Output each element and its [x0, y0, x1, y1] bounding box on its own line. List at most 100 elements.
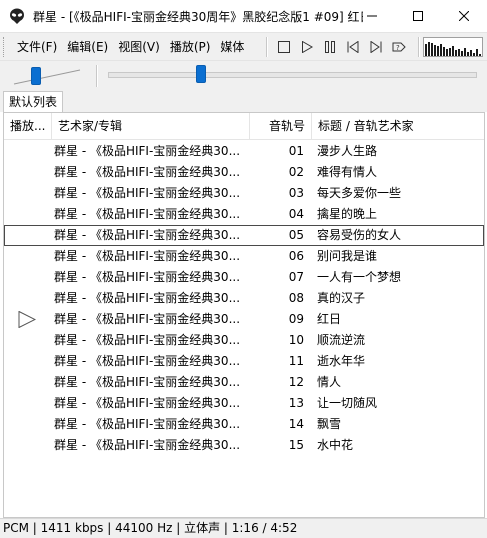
menu-view[interactable]: 视图(V) [113, 36, 165, 58]
random-button[interactable]: ? [387, 36, 410, 58]
playing-indicator-cell [4, 141, 50, 162]
menu-library[interactable]: 媒体 [215, 36, 249, 58]
playing-indicator-cell [4, 414, 50, 435]
playing-indicator-cell [4, 309, 50, 330]
spectrum-bar [437, 46, 439, 56]
menu-toolbar-row: 文件(F) 编辑(E) 视图(V) 播放(P) 媒体 ? [0, 32, 487, 60]
spectrum-bar [479, 54, 481, 56]
playing-indicator-cell [4, 162, 50, 183]
track-number-cell: 02 [288, 165, 304, 179]
track-number-cell: 15 [288, 438, 304, 452]
title-cell: 每天多爱你一些 [317, 186, 402, 200]
maximize-icon [413, 11, 423, 21]
play-button[interactable] [295, 36, 318, 58]
spectrum-visualizer[interactable] [423, 37, 483, 57]
artist-album-cell: 群星 - 《极品HIFI-宝丽金经典30... [54, 333, 241, 347]
playing-indicator-cell [4, 330, 50, 351]
spectrum-bar [431, 43, 433, 56]
playing-indicator-cell [4, 183, 50, 204]
table-row[interactable]: 群星 - 《极品HIFI-宝丽金经典30... 14 飘雪 [4, 414, 484, 435]
table-row[interactable]: 群星 - 《极品HIFI-宝丽金经典30... 15 水中花 [4, 435, 484, 456]
close-button[interactable] [441, 0, 487, 32]
menu-file[interactable]: 文件(F) [12, 36, 62, 58]
column-header-track-number[interactable]: 音轨号 [250, 113, 312, 140]
seek-bar[interactable] [108, 72, 477, 78]
spectrum-bar [461, 51, 463, 56]
playlist-view[interactable]: 播放... 艺术家/专辑 音轨号 标题 / 音轨艺术家 群星 - 《极品HIFI… [3, 112, 485, 518]
title-cell: 一人有一个梦想 [317, 270, 402, 284]
table-row[interactable]: 群星 - 《极品HIFI-宝丽金经典30... 09 红日 [4, 309, 484, 330]
table-row[interactable]: 群星 - 《极品HIFI-宝丽金经典30... 02 难得有情人 [4, 162, 484, 183]
spectrum-bar [464, 48, 466, 56]
artist-album-cell: 群星 - 《极品HIFI-宝丽金经典30... [54, 270, 241, 284]
pause-button[interactable] [318, 36, 341, 58]
volume-ramp-icon [13, 69, 81, 85]
table-row[interactable]: 群星 - 《极品HIFI-宝丽金经典30... 12 情人 [4, 372, 484, 393]
table-row[interactable]: 群星 - 《极品HIFI-宝丽金经典30... 01 漫步人生路 [4, 141, 484, 162]
seek-thumb[interactable] [196, 65, 206, 83]
track-number-cell: 11 [288, 354, 304, 368]
column-header-playing[interactable]: 播放... [4, 113, 52, 140]
column-header-artist-album[interactable]: 艺术家/专辑 [52, 113, 250, 140]
track-number-cell: 10 [288, 333, 304, 347]
volume-thumb[interactable] [31, 67, 41, 85]
playing-indicator-cell [4, 372, 50, 393]
playing-indicator-cell [4, 351, 50, 372]
table-row[interactable]: 群星 - 《极品HIFI-宝丽金经典30... 03 每天多爱你一些 [4, 183, 484, 204]
title-cell: 红日 [317, 312, 342, 326]
app-alien-icon [10, 8, 24, 24]
minimize-button[interactable] [349, 0, 395, 32]
artist-album-cell: 群星 - 《极品HIFI-宝丽金经典30... [54, 375, 241, 389]
table-row[interactable]: 群星 - 《极品HIFI-宝丽金经典30... 07 一人有一个梦想 [4, 267, 484, 288]
table-row[interactable]: 群星 - 《极品HIFI-宝丽金经典30... 10 顺流逆流 [4, 330, 484, 351]
artist-album-cell: 群星 - 《极品HIFI-宝丽金经典30... [54, 438, 241, 452]
previous-button[interactable] [341, 36, 364, 58]
volume-slider[interactable] [12, 64, 84, 86]
spectrum-bar [476, 49, 478, 56]
artist-album-cell: 群星 - 《极品HIFI-宝丽金经典30... [54, 417, 241, 431]
table-row[interactable]: 群星 - 《极品HIFI-宝丽金经典30... 08 真的汉子 [4, 288, 484, 309]
spectrum-bars-icon [425, 42, 483, 57]
spectrum-bar [482, 52, 483, 57]
spectrum-bar [455, 50, 457, 56]
artist-album-cell: 群星 - 《极品HIFI-宝丽金经典30... [54, 312, 241, 326]
maximize-button[interactable] [395, 0, 441, 32]
menu-edit[interactable]: 编辑(E) [62, 36, 113, 58]
stop-button[interactable] [272, 36, 295, 58]
artist-album-cell: 群星 - 《极品HIFI-宝丽金经典30... [54, 144, 241, 158]
track-number-cell: 03 [288, 186, 304, 200]
slider-row [0, 60, 487, 90]
player-window: 群星 - [《极品HIFI-宝丽金经典30周年》黑胶纪念版1 #09] 红日 [… [0, 0, 487, 538]
title-cell: 漫步人生路 [317, 144, 378, 158]
table-row[interactable]: 群星 - 《极品HIFI-宝丽金经典30... 04 擒星的晚上 [4, 204, 484, 225]
table-row[interactable]: 群星 - 《极品HIFI-宝丽金经典30... 11 逝水年华 [4, 351, 484, 372]
title-cell: 逝水年华 [317, 354, 366, 368]
track-number-cell: 12 [288, 375, 304, 389]
close-icon [459, 11, 469, 21]
table-row[interactable]: 群星 - 《极品HIFI-宝丽金经典30... 06 别问我是谁 [4, 246, 484, 267]
playing-indicator-cell [4, 267, 50, 288]
title-bar[interactable]: 群星 - [《极品HIFI-宝丽金经典30周年》黑胶纪念版1 #09] 红日 [… [0, 0, 487, 32]
artist-album-cell: 群星 - 《极品HIFI-宝丽金经典30... [54, 228, 241, 242]
title-cell: 容易受伤的女人 [317, 228, 402, 242]
spectrum-bar [440, 44, 442, 56]
title-cell: 顺流逆流 [317, 333, 366, 347]
playing-indicator-cell [4, 435, 50, 456]
tab-default-playlist[interactable]: 默认列表 [3, 91, 64, 112]
spectrum-bar [452, 46, 454, 56]
spectrum-bar [467, 52, 469, 56]
spectrum-bar [428, 42, 430, 56]
menu-playback[interactable]: 播放(P) [165, 36, 216, 58]
table-row[interactable]: 群星 - 《极品HIFI-宝丽金经典30... 05 容易受伤的女人 [4, 225, 484, 246]
playing-indicator-cell [4, 225, 50, 246]
visualizer-separator [418, 37, 420, 57]
title-cell: 水中花 [317, 438, 354, 452]
next-button[interactable] [364, 36, 387, 58]
column-header-title[interactable]: 标题 / 音轨艺术家 [312, 113, 484, 140]
table-row[interactable]: 群星 - 《极品HIFI-宝丽金经典30... 13 让一切随风 [4, 393, 484, 414]
spectrum-bar [446, 49, 448, 56]
menu-grip[interactable] [3, 37, 6, 57]
title-cell: 情人 [317, 375, 342, 389]
minimize-icon [367, 15, 377, 17]
playing-indicator-cell [4, 246, 50, 267]
